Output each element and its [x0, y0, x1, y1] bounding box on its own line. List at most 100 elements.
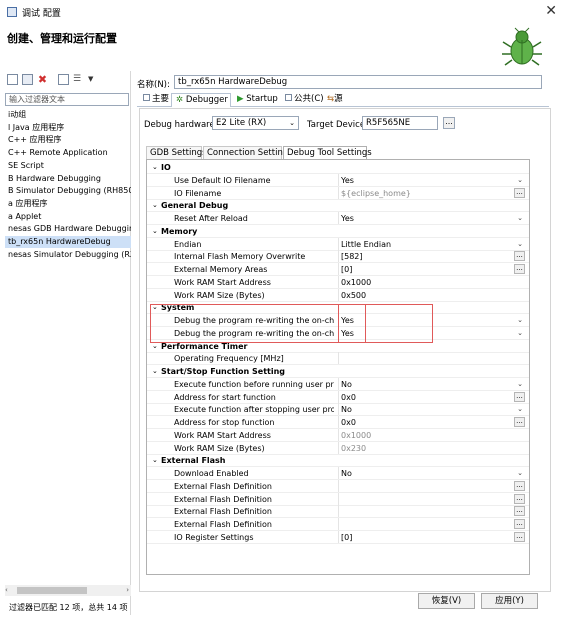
- browse-button[interactable]: ...: [514, 519, 525, 529]
- settings-category[interactable]: ⌄ IO: [147, 161, 529, 174]
- setting-value[interactable]: [338, 479, 514, 492]
- delete-config-icon[interactable]: ✖: [37, 74, 48, 85]
- browse-button[interactable]: ...: [514, 391, 525, 402]
- scrollbar-thumb[interactable]: [17, 587, 87, 594]
- chevron-down-icon[interactable]: ⌄: [515, 212, 525, 225]
- setting-value[interactable]: Yes: [338, 173, 514, 186]
- horizontal-scrollbar[interactable]: ‹ ›: [5, 585, 131, 596]
- chevron-down-icon[interactable]: ⌄: [515, 327, 525, 340]
- chevron-down-icon[interactable]: ⌄: [515, 378, 525, 391]
- settings-category[interactable]: ⌄ General Debug: [147, 199, 529, 213]
- setting-value[interactable]: 0x500: [338, 288, 514, 301]
- browse-button[interactable]: ...: [514, 506, 525, 517]
- setting-value[interactable]: [338, 492, 514, 505]
- setting-key: IO Filename: [174, 188, 222, 198]
- setting-key: Performance Timer: [161, 341, 248, 351]
- settings-category[interactable]: ⌄ System: [147, 301, 529, 315]
- tree-item[interactable]: a 应用程序: [5, 198, 131, 210]
- collapse-icon[interactable]: ⌄: [152, 161, 158, 174]
- collapse-icon[interactable]: ⌄: [152, 199, 158, 212]
- subtab-connection-settings[interactable]: Connection Settings: [203, 146, 293, 159]
- setting-value[interactable]: 0x0: [338, 390, 514, 403]
- setting-value[interactable]: Yes: [338, 212, 514, 224]
- collapse-icon[interactable]: ⌄: [152, 301, 158, 314]
- settings-category[interactable]: ⌄ External Flash: [147, 454, 529, 468]
- chevron-down-icon[interactable]: ⌄: [515, 174, 525, 187]
- setting-value[interactable]: No: [338, 467, 514, 479]
- setting-value[interactable]: [338, 518, 514, 530]
- duplicate-config-icon[interactable]: [22, 74, 33, 85]
- tree-item[interactable]: SE Script: [5, 160, 131, 172]
- chevron-down-icon[interactable]: ⌄: [515, 238, 525, 251]
- tree-item[interactable]: tb_rx65n HardwareDebug: [5, 236, 131, 248]
- collapse-icon[interactable]: ⌄: [152, 365, 158, 378]
- setting-value[interactable]: Yes: [338, 326, 514, 339]
- target-device-browse-button[interactable]: ...: [443, 117, 455, 129]
- tree-item[interactable]: C++ Remote Application: [5, 147, 131, 159]
- tree-item[interactable]: C++ 应用程序: [5, 134, 131, 146]
- scroll-left-icon[interactable]: ‹: [5, 586, 8, 594]
- new-config-icon[interactable]: [7, 74, 18, 85]
- settings-category[interactable]: ⌄ Memory: [147, 225, 529, 238]
- scroll-right-icon[interactable]: ›: [126, 586, 129, 594]
- tab-startup[interactable]: ▶ Startup: [233, 93, 279, 107]
- setting-value[interactable]: 0x1000: [338, 428, 514, 441]
- debug-hardware-select[interactable]: E2 Lite (RX) ⌄: [212, 116, 299, 130]
- tree-item[interactable]: l Java 应用程序: [5, 122, 131, 134]
- setting-value[interactable]: 0x1000: [338, 275, 514, 288]
- chevron-down-icon[interactable]: ⌄: [515, 314, 525, 327]
- tree-item[interactable]: i动组: [5, 109, 131, 121]
- setting-value[interactable]: Yes: [338, 314, 514, 326]
- setting-value[interactable]: [0]: [338, 263, 514, 275]
- setting-value[interactable]: [338, 352, 514, 365]
- setting-value[interactable]: 0x230: [338, 441, 514, 454]
- tree-item[interactable]: nesas GDB Hardware Debugging: [5, 223, 131, 235]
- filter-icon[interactable]: ☰: [73, 74, 84, 85]
- name-input[interactable]: tb_rx65n HardwareDebug: [174, 75, 542, 89]
- setting-value[interactable]: [338, 505, 514, 518]
- sub-tab-bar: GDB Settings Connection Settings Debug T…: [146, 146, 546, 159]
- target-device-input[interactable]: R5F565NE: [362, 116, 438, 130]
- collapse-icon[interactable]: ⌄: [152, 225, 158, 238]
- close-icon[interactable]: ✕: [545, 3, 557, 19]
- tab-source[interactable]: ⇆源: [323, 93, 351, 107]
- browse-button[interactable]: ...: [514, 480, 525, 491]
- browse-button[interactable]: ...: [514, 251, 525, 262]
- collapse-all-icon[interactable]: [58, 74, 69, 85]
- tree-item[interactable]: nesas Simulator Debugging (RX,: [5, 249, 131, 261]
- settings-category[interactable]: ⌄ Start/Stop Function Setting: [147, 365, 529, 378]
- settings-row: External Flash Definition...: [147, 518, 529, 531]
- tree-item[interactable]: B Hardware Debugging: [5, 173, 131, 185]
- browse-button[interactable]: ...: [514, 264, 525, 274]
- browse-button[interactable]: ...: [514, 531, 525, 542]
- filter-input[interactable]: 输入过滤器文本: [5, 93, 129, 106]
- apply-button[interactable]: 应用(Y): [481, 593, 538, 609]
- subtab-gdb-settings[interactable]: GDB Settings: [146, 146, 207, 159]
- collapse-icon[interactable]: ⌄: [152, 454, 158, 467]
- setting-value[interactable]: [582]: [338, 250, 514, 263]
- setting-key: Internal Flash Memory Overwrite: [174, 252, 306, 262]
- subtab-debug-tool-settings[interactable]: Debug Tool Settings: [283, 146, 372, 159]
- browse-button[interactable]: ...: [514, 187, 525, 198]
- browse-button[interactable]: ...: [514, 417, 525, 427]
- menu-dropdown-icon[interactable]: ▼: [88, 74, 99, 85]
- setting-value[interactable]: No: [338, 403, 514, 416]
- tab-debugger[interactable]: ✲ Debugger: [171, 93, 231, 107]
- setting-value[interactable]: 0x0: [338, 416, 514, 428]
- restore-button[interactable]: 恢复(V): [418, 593, 475, 609]
- chevron-down-icon[interactable]: ⌄: [515, 467, 525, 480]
- setting-key: External Flash Definition: [174, 507, 272, 517]
- chevron-down-icon[interactable]: ⌄: [515, 403, 525, 416]
- settings-category[interactable]: ⌄ Performance Timer: [147, 340, 529, 353]
- setting-value[interactable]: [0]: [338, 530, 514, 543]
- setting-value[interactable]: Little Endian: [338, 237, 514, 250]
- collapse-icon[interactable]: ⌄: [152, 340, 158, 353]
- settings-row: Execute function after stopping user pro…: [147, 403, 529, 417]
- browse-button[interactable]: ...: [514, 493, 525, 504]
- tree-item[interactable]: B Simulator Debugging (RH850): [5, 185, 131, 197]
- tree-item[interactable]: a Applet: [5, 211, 131, 223]
- tab-main[interactable]: 主要: [139, 93, 171, 107]
- setting-value[interactable]: No: [338, 377, 514, 390]
- setting-value[interactable]: ${eclipse_home}: [338, 186, 514, 199]
- tab-common[interactable]: 公共(C): [281, 93, 324, 107]
